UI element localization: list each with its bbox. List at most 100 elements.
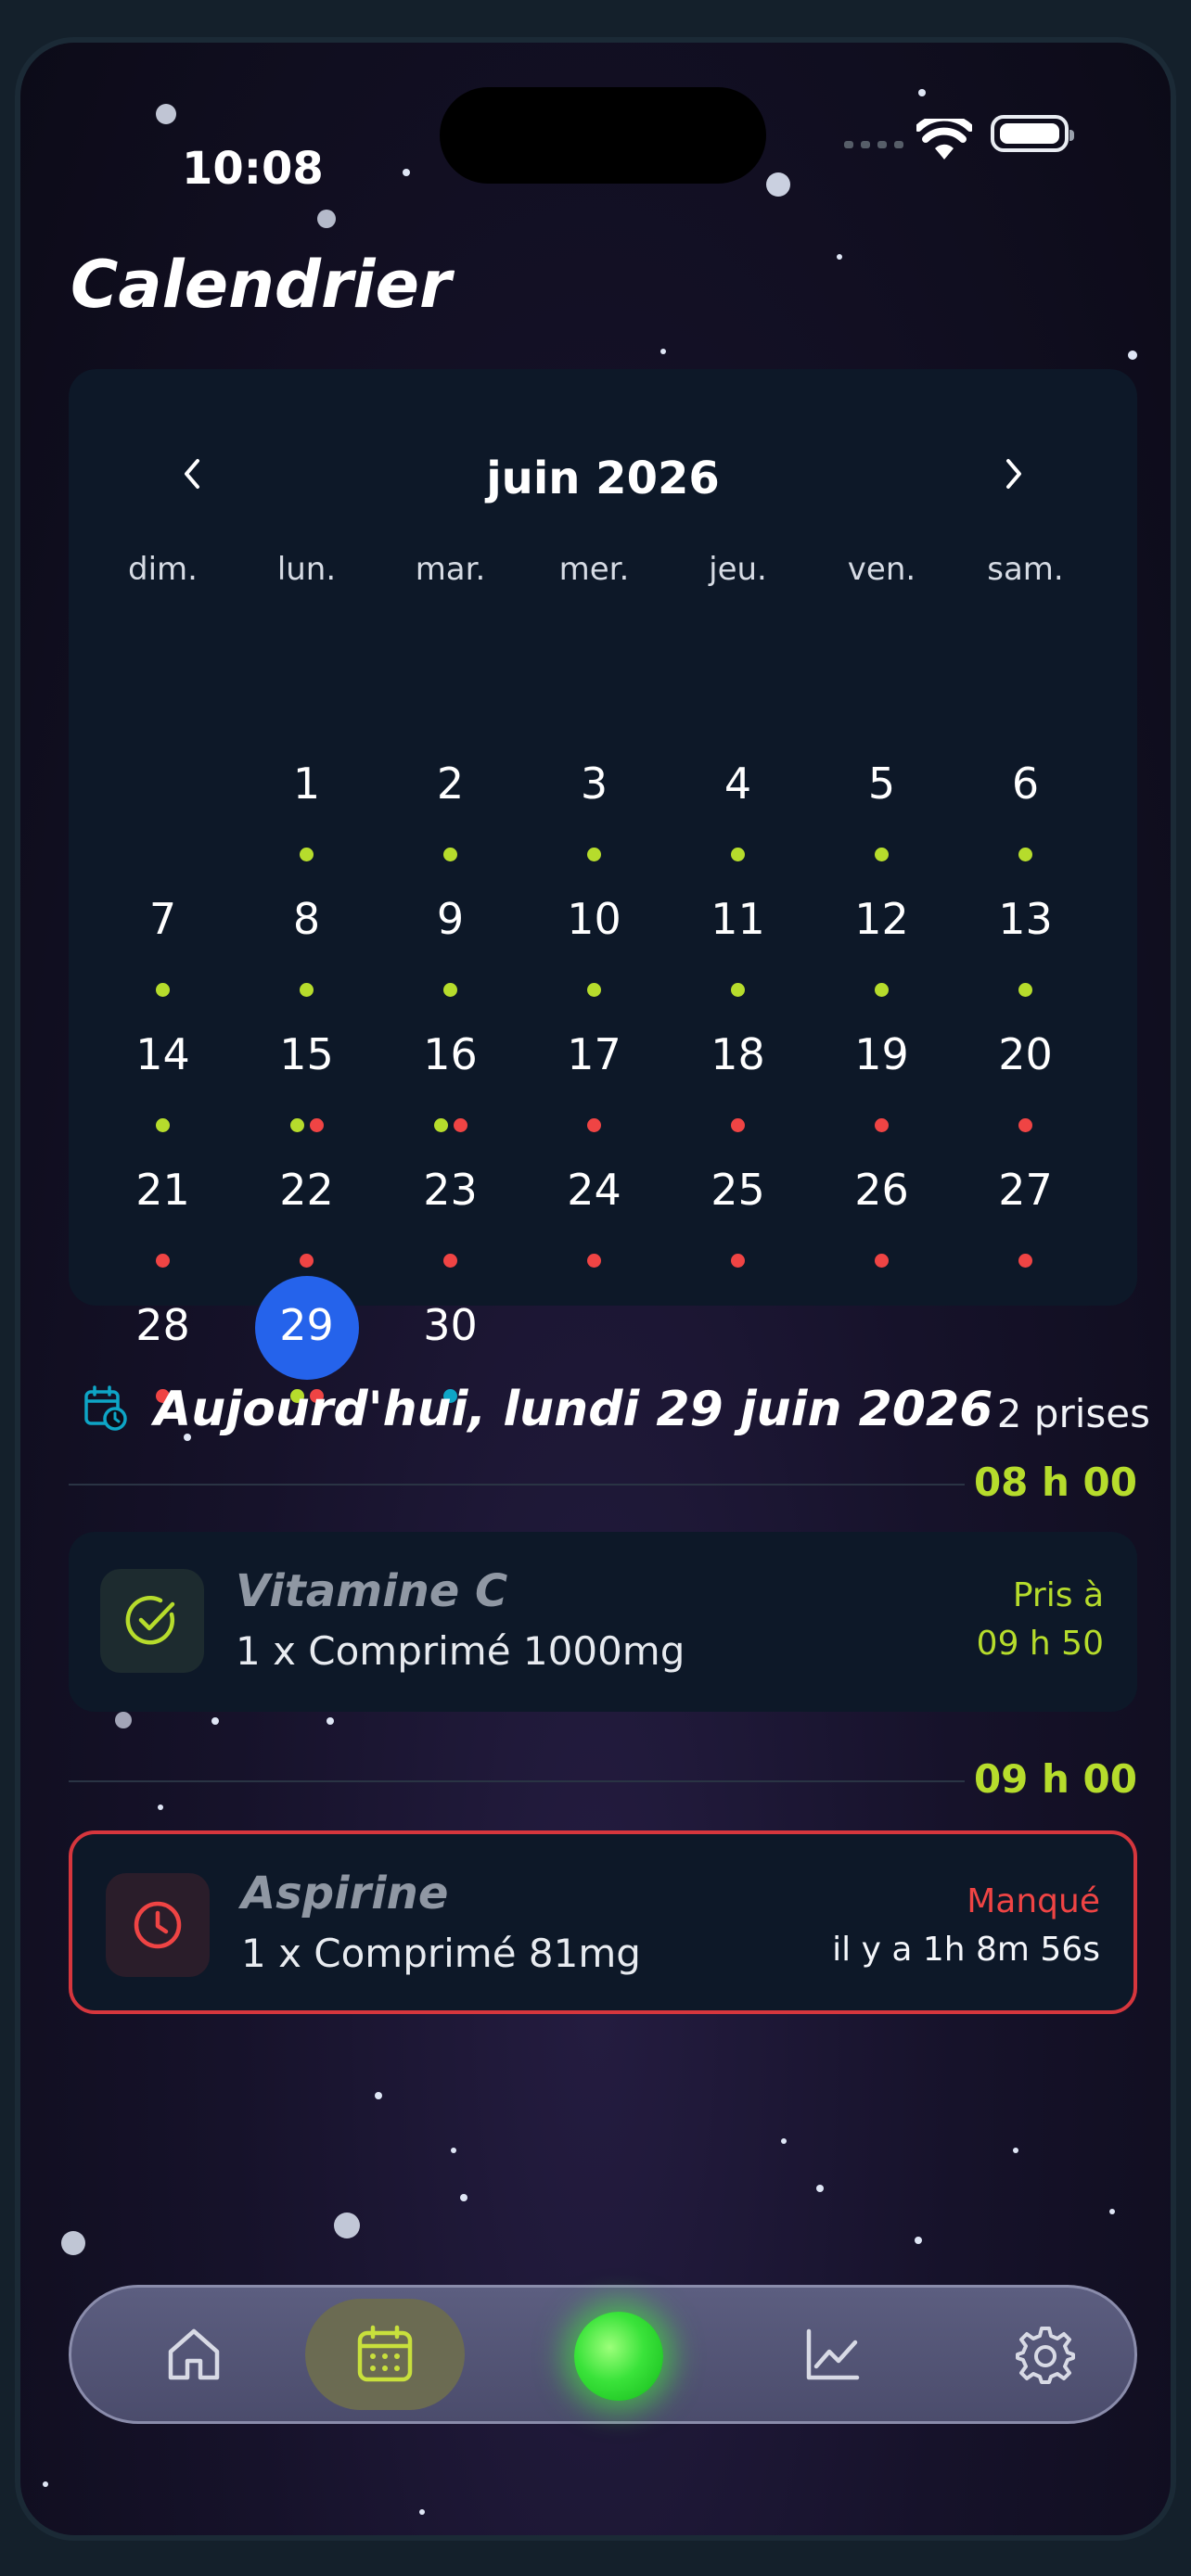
calendar-icon bbox=[357, 2325, 413, 2382]
dose-indicators bbox=[686, 1118, 790, 1132]
day-number: 13 bbox=[998, 894, 1053, 944]
calendar-day-18[interactable]: 18 bbox=[686, 1005, 790, 1132]
day-number: 28 bbox=[135, 1300, 190, 1350]
dose-indicators bbox=[830, 848, 934, 861]
dose-indicators bbox=[111, 1254, 215, 1268]
month-label: juin 2026 bbox=[486, 453, 720, 504]
calendar-day-8[interactable]: 8 bbox=[255, 870, 359, 997]
dose-count: 2 prises bbox=[996, 1391, 1150, 1436]
dose-dot-green bbox=[1018, 848, 1032, 861]
calendar-day-26[interactable]: 26 bbox=[830, 1141, 934, 1268]
page-title: Calendrier bbox=[70, 247, 452, 323]
dose-indicators bbox=[974, 983, 1078, 997]
calendar-day-1[interactable]: 1 bbox=[255, 734, 359, 861]
dose-dot-green bbox=[731, 983, 745, 997]
calendar-day-12[interactable]: 12 bbox=[830, 870, 934, 997]
dose-dot-red bbox=[1018, 1254, 1032, 1268]
dose-indicators bbox=[399, 1254, 503, 1268]
weekday-label: mar. bbox=[415, 551, 486, 588]
dose-indicators bbox=[686, 848, 790, 861]
dose-dot-red bbox=[875, 1254, 889, 1268]
calendar-day-27[interactable]: 27 bbox=[974, 1141, 1078, 1268]
calendar-day-16[interactable]: 16 bbox=[399, 1005, 503, 1132]
dose-dot-green bbox=[300, 848, 314, 861]
dose-dot-green bbox=[443, 983, 457, 997]
dose-indicators bbox=[255, 848, 359, 861]
calendar-day-11[interactable]: 11 bbox=[686, 870, 790, 997]
weekday-label: ven. bbox=[847, 551, 916, 588]
calendar-day-21[interactable]: 21 bbox=[111, 1141, 215, 1268]
medication-dose: 1 x Comprimé 1000mg bbox=[236, 1628, 685, 1674]
dose-dot-green bbox=[875, 848, 889, 861]
calendar-day-3[interactable]: 3 bbox=[543, 734, 647, 861]
dose-dot-green bbox=[1018, 983, 1032, 997]
taken-label: Pris à bbox=[1012, 1576, 1104, 1614]
calendar-day-17[interactable]: 17 bbox=[543, 1005, 647, 1132]
day-number: 14 bbox=[135, 1029, 190, 1079]
dose-dot-red bbox=[453, 1118, 467, 1132]
weekday-label: jeu. bbox=[709, 551, 767, 588]
time-separator: 09 h 00 bbox=[69, 1753, 1137, 1808]
medication-dose: 1 x Comprimé 81mg bbox=[241, 1931, 641, 1976]
next-month-button[interactable] bbox=[981, 441, 1046, 506]
dose-indicators bbox=[543, 983, 647, 997]
calendar-day-30[interactable]: 30 bbox=[399, 1276, 503, 1403]
dose-dot-red bbox=[587, 1254, 601, 1268]
day-number: 19 bbox=[854, 1029, 909, 1079]
calendar-day-29[interactable]: 29 bbox=[254, 1276, 359, 1403]
check-circle-icon bbox=[100, 1569, 204, 1673]
dose-dot-red bbox=[587, 1118, 601, 1132]
calendar-day-19[interactable]: 19 bbox=[830, 1005, 934, 1132]
day-number: 25 bbox=[711, 1165, 765, 1215]
dose-indicators bbox=[399, 1118, 503, 1132]
day-number: 1 bbox=[292, 759, 321, 809]
missed-elapsed: il y a 1h 8m 56s bbox=[832, 1931, 1100, 1969]
tab-calendar[interactable] bbox=[331, 2301, 439, 2408]
wifi-icon bbox=[916, 119, 972, 159]
calendar-day-14[interactable]: 14 bbox=[111, 1005, 215, 1132]
dose-indicators bbox=[255, 983, 359, 997]
dose-dot-red bbox=[731, 1254, 745, 1268]
calendar-day-22[interactable]: 22 bbox=[255, 1141, 359, 1268]
calendar-day-4[interactable]: 4 bbox=[686, 734, 790, 861]
day-number: 2 bbox=[436, 759, 465, 809]
calendar-day-5[interactable]: 5 bbox=[830, 734, 934, 861]
day-number: 23 bbox=[423, 1165, 478, 1215]
day-number: 7 bbox=[148, 894, 177, 944]
dose-dot-green bbox=[289, 1118, 304, 1132]
tab-settings[interactable] bbox=[992, 2301, 1099, 2408]
weekday-label: sam. bbox=[987, 551, 1064, 588]
dose-dot-red bbox=[443, 1254, 457, 1268]
tab-stats[interactable] bbox=[778, 2301, 886, 2408]
dose-dot-green bbox=[433, 1118, 448, 1132]
dynamic-island bbox=[440, 87, 766, 184]
calendar-day-9[interactable]: 9 bbox=[399, 870, 503, 997]
calendar-day-15[interactable]: 15 bbox=[255, 1005, 359, 1132]
weekday-label: lun. bbox=[276, 551, 337, 588]
dose-dot-green bbox=[587, 983, 601, 997]
taken-time: 09 h 50 bbox=[976, 1625, 1104, 1663]
calendar-day-23[interactable]: 23 bbox=[399, 1141, 503, 1268]
calendar-day-28[interactable]: 28 bbox=[111, 1276, 215, 1403]
day-number: 29 bbox=[279, 1300, 334, 1350]
dose-card-vitamine-c[interactable]: Vitamine C 1 x Comprimé 1000mg Pris à 09… bbox=[69, 1532, 1137, 1712]
calendar-day-7[interactable]: 7 bbox=[111, 870, 215, 997]
calendar-day-13[interactable]: 13 bbox=[974, 870, 1078, 997]
calendar-day-25[interactable]: 25 bbox=[686, 1141, 790, 1268]
calendar-day-6[interactable]: 6 bbox=[974, 734, 1078, 861]
day-number: 5 bbox=[867, 759, 896, 809]
calendar-day-24[interactable]: 24 bbox=[543, 1141, 647, 1268]
calendar-day-10[interactable]: 10 bbox=[543, 870, 647, 997]
time-label: 09 h 00 bbox=[973, 1756, 1137, 1802]
dose-card-aspirine[interactable]: Aspirine 1 x Comprimé 81mg Manqué il y a… bbox=[69, 1830, 1137, 2014]
clock-icon bbox=[106, 1873, 210, 1977]
dose-indicators bbox=[543, 1118, 647, 1132]
calendar-day-2[interactable]: 2 bbox=[399, 734, 503, 861]
orb-icon[interactable] bbox=[574, 2312, 663, 2401]
tab-home[interactable] bbox=[140, 2301, 248, 2408]
dose-indicators bbox=[686, 983, 790, 997]
dose-indicators bbox=[399, 983, 503, 997]
dose-indicators bbox=[543, 848, 647, 861]
calendar-day-20[interactable]: 20 bbox=[974, 1005, 1078, 1132]
day-number: 22 bbox=[279, 1165, 334, 1215]
